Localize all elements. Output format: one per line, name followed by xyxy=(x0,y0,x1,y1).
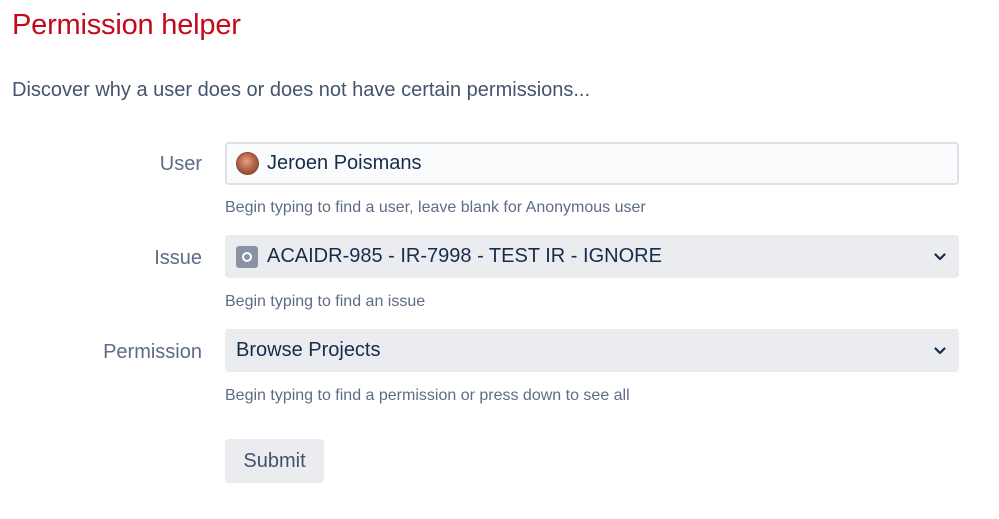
issue-help-text: Begin typing to find an issue xyxy=(225,293,426,310)
user-picker-field[interactable]: Jeroen Poismans xyxy=(225,142,959,185)
permission-value: Browse Projects xyxy=(236,339,381,361)
user-value: Jeroen Poismans xyxy=(267,152,422,174)
issue-type-icon xyxy=(236,245,258,268)
permission-help-text: Begin typing to find a permission or pre… xyxy=(225,387,630,404)
issue-value: ACAIDR-985 - IR-7998 - TEST IR - IGNORE xyxy=(267,245,662,267)
user-label: User xyxy=(159,153,202,175)
chevron-down-icon[interactable] xyxy=(933,344,947,358)
page-title: Permission helper xyxy=(12,9,241,41)
user-help-text: Begin typing to find a user, leave blank… xyxy=(225,199,646,216)
issue-select[interactable]: ACAIDR-985 - IR-7998 - TEST IR - IGNORE xyxy=(225,235,959,278)
permission-label: Permission xyxy=(103,341,202,363)
permission-select[interactable]: Browse Projects xyxy=(225,329,959,372)
submit-button[interactable]: Submit xyxy=(225,439,324,483)
permission-helper-page: Permission helper Discover why a user do… xyxy=(0,0,999,519)
user-avatar xyxy=(236,152,259,175)
chevron-down-icon[interactable] xyxy=(933,250,947,264)
page-description: Discover why a user does or does not hav… xyxy=(12,79,591,101)
issue-label: Issue xyxy=(154,247,202,269)
